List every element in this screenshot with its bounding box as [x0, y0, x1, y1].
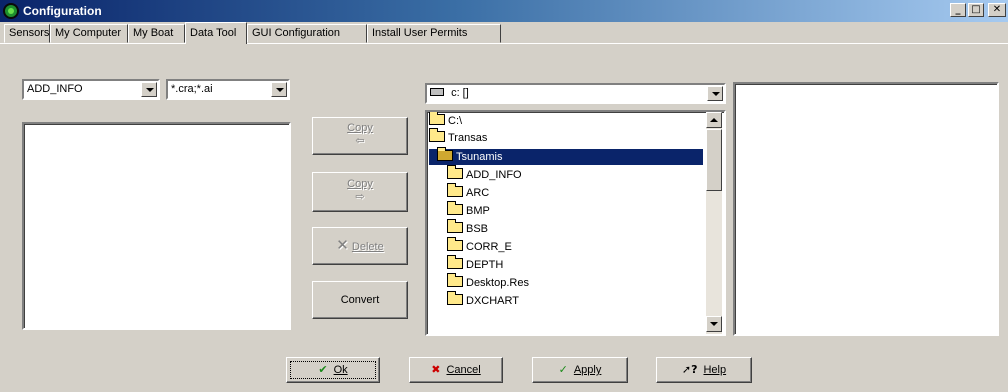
tree-item-bsb[interactable]: BSB — [447, 219, 488, 237]
close-icon[interactable]: ✕ — [988, 3, 1006, 17]
tab-data-tool[interactable]: Data Tool — [185, 22, 247, 44]
tab-my-computer[interactable]: My Computer — [50, 24, 128, 43]
folder-icon — [447, 165, 463, 179]
x-icon: ✖ — [431, 363, 441, 376]
copy-right-label: Copy — [347, 178, 373, 190]
tree-item-transas[interactable]: Transas — [429, 128, 487, 146]
delete-label: Delete — [351, 241, 384, 253]
tab-install-user-permits[interactable]: Install User Permits — [367, 24, 501, 43]
tree-item-corr-e[interactable]: CORR_E — [447, 237, 512, 255]
folder-icon — [447, 201, 463, 215]
copy-left-label: Copy — [347, 122, 373, 134]
folder-combo[interactable]: ADD_INFO — [22, 79, 160, 100]
filter-combo[interactable]: *.cra;*.ai — [166, 79, 290, 100]
chevron-down-icon[interactable] — [707, 86, 723, 101]
open-folder-icon — [437, 147, 453, 161]
convert-label: Convert — [340, 294, 380, 306]
title-bar[interactable]: Configuration _ □ ✕ — [0, 0, 1008, 22]
checkmark-icon: ✓ — [558, 363, 568, 376]
window-title: Configuration — [23, 4, 102, 18]
filter-combo-value: *.cra;*.ai — [171, 83, 213, 95]
help-pointer-icon: ➚? — [681, 363, 698, 376]
tree-item-depth[interactable]: DEPTH — [447, 255, 503, 273]
convert-button[interactable]: Convert — [312, 281, 408, 319]
folder-combo-value: ADD_INFO — [27, 83, 83, 95]
open-folder-icon — [429, 128, 445, 142]
drive-icon — [430, 88, 444, 96]
cancel-button[interactable]: ✖ Cancel — [409, 357, 503, 383]
data-tool-panel: ADD_INFO *.cra;*.ai Copy ⇦ Copy ⇨ ✕ Dele… — [0, 43, 1008, 344]
delete-x-icon: ✕ — [336, 237, 349, 254]
delete-button[interactable]: ✕ Delete — [312, 227, 408, 265]
chevron-down-icon[interactable] — [141, 82, 157, 97]
folder-icon — [447, 291, 463, 305]
ok-button[interactable]: ✔ Ok — [286, 357, 380, 383]
tree-item-arc[interactable]: ARC — [447, 183, 489, 201]
destination-file-list[interactable] — [733, 82, 999, 336]
focus-ring — [290, 361, 376, 379]
copy-right-button[interactable]: Copy ⇨ — [312, 172, 408, 212]
source-file-list[interactable] — [22, 122, 291, 330]
copy-left-button[interactable]: Copy ⇦ — [312, 117, 408, 155]
arrow-left-icon: ⇦ — [355, 135, 365, 147]
config-app-icon — [3, 3, 19, 19]
folder-icon — [447, 273, 463, 287]
scroll-thumb[interactable] — [706, 129, 722, 191]
tree-item-bmp[interactable]: BMP — [447, 201, 490, 219]
tab-gui-configuration[interactable]: GUI Configuration — [247, 24, 367, 43]
folder-tree[interactable]: C:\ Transas Tsunamis ADD_INFO ARC BMP BS… — [425, 110, 726, 336]
scroll-down-icon[interactable] — [706, 316, 722, 332]
chevron-down-icon[interactable] — [271, 82, 287, 97]
tree-item-desktop-res[interactable]: Desktop.Res — [447, 273, 529, 291]
help-button[interactable]: ➚? Help — [656, 357, 752, 383]
tab-my-boat[interactable]: My Boat — [128, 24, 185, 43]
tree-item-c-drive[interactable]: C:\ — [429, 112, 462, 129]
tree-item-dxchart[interactable]: DXCHART — [447, 291, 519, 309]
scroll-up-icon[interactable] — [706, 112, 722, 128]
tab-sensors[interactable]: Sensors — [4, 24, 50, 43]
tree-scrollbar[interactable] — [706, 112, 722, 334]
tree-item-add-info[interactable]: ADD_INFO — [447, 165, 522, 183]
minimize-icon[interactable]: _ — [950, 3, 966, 17]
folder-icon — [447, 219, 463, 233]
folder-icon — [447, 183, 463, 197]
folder-icon — [447, 237, 463, 251]
drive-combo[interactable]: c: [] — [425, 83, 726, 104]
tree-item-tsunamis[interactable]: Tsunamis — [429, 147, 703, 165]
maximize-icon[interactable]: □ — [968, 3, 984, 17]
folder-icon — [447, 255, 463, 269]
arrow-right-icon: ⇨ — [355, 191, 365, 203]
drive-combo-value: c: [] — [451, 87, 469, 99]
apply-button[interactable]: ✓ Apply — [532, 357, 628, 383]
open-folder-icon — [429, 112, 445, 125]
